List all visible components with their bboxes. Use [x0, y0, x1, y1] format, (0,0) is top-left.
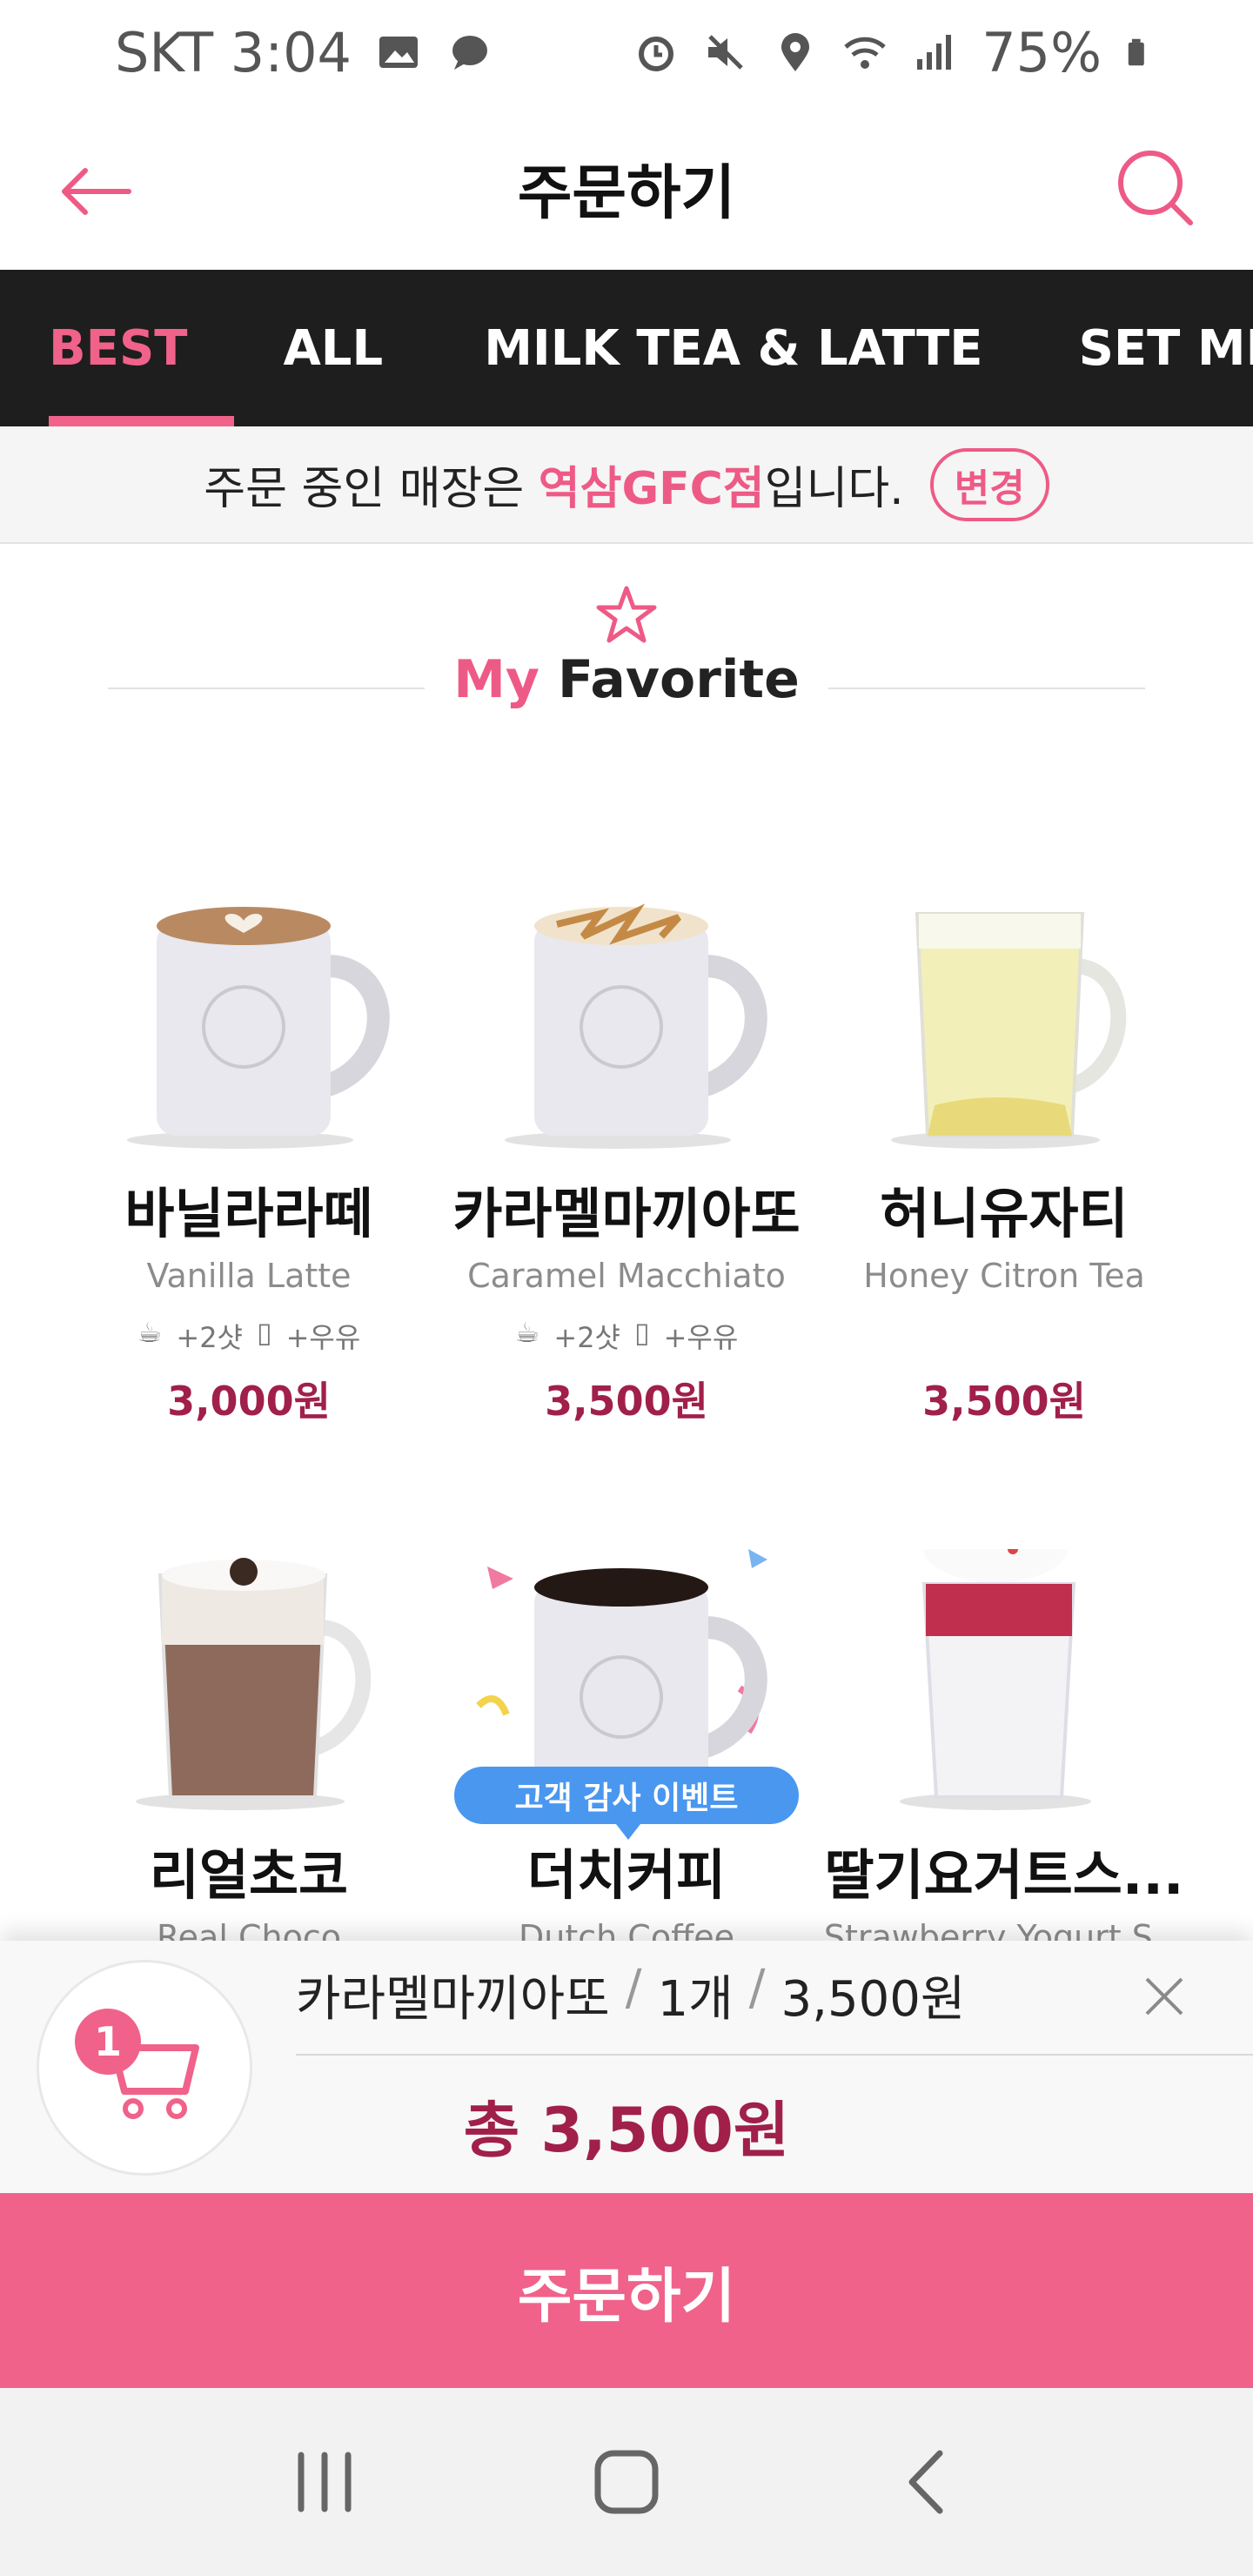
carrier-time: SKT 3:04 [115, 20, 352, 84]
honey-citron-tea-glass-image [891, 912, 1127, 1149]
cart-separator: / [748, 1960, 766, 2016]
product-options: ☕ +2샷 ▯ +우유 [66, 1316, 432, 1354]
strawberry-yogurt-glass-image [900, 1514, 1091, 1810]
product-options: ☕ +2샷 ▯ +우유 [444, 1316, 809, 1354]
gallery-icon [379, 37, 419, 68]
option-shot: +2샷 [553, 1321, 620, 1354]
system-nav-bar [0, 2388, 1253, 2576]
product-name-en: Vanilla Latte [146, 1257, 352, 1295]
back-icon[interactable] [889, 2443, 968, 2521]
milk-icon: ▯ [634, 1316, 650, 1349]
cart-divider [296, 2054, 1253, 2056]
milk-icon: ▯ [257, 1316, 272, 1349]
favorite-title-word: Favorite [557, 649, 800, 710]
caramel-macchiato-mug-image [505, 903, 767, 1149]
option-shot: +2샷 [176, 1321, 243, 1354]
alarm-icon [639, 37, 674, 71]
cart-separator: / [625, 1960, 642, 2016]
cart-item-price: 3,500원 [781, 1971, 966, 2028]
store-info-bar: 주문 중인 매장은 역삼GFC점 입니다. 변경 [0, 426, 1253, 544]
product-name-ko: 허니유자티 [880, 1182, 1129, 1245]
favorite-title: My Favorite [0, 649, 1253, 710]
star-icon[interactable] [593, 583, 660, 649]
chat-icon [452, 36, 488, 70]
store-suffix: 입니다. [764, 463, 904, 515]
battery-percent: 75% [982, 20, 1102, 84]
back-arrow-icon[interactable] [54, 148, 141, 235]
mute-icon [708, 35, 743, 70]
cup-icon: ☕ [137, 1316, 163, 1349]
product-name-ko: 카라멜마끼아또 [452, 1182, 801, 1245]
favorite-title-my: My [453, 649, 540, 710]
option-milk: +우유 [663, 1321, 739, 1354]
page-title: 주문하기 [517, 158, 736, 228]
location-icon [781, 33, 810, 71]
search-icon[interactable] [1112, 144, 1199, 231]
product-name-ko: 리얼초코 [149, 1843, 349, 1907]
product-card[interactable]: 카라멜마끼아또 Caramel Macchiato ☕ +2샷 ▯ +우유 3,50… [444, 888, 809, 1427]
tab-best[interactable]: BEST [49, 270, 236, 426]
cart-count-badge: 1 [75, 2009, 141, 2075]
order-button[interactable]: 주문하기 [0, 2193, 1253, 2388]
product-name-en: Honey Citron Tea [863, 1257, 1145, 1295]
product-name-en: Caramel Macchiato [467, 1257, 786, 1295]
product-card[interactable]: 허니유자티 Honey Citron Tea 3,500원 [821, 888, 1187, 1427]
category-tabs: BEST ALL MILK TEA & LATTE SET MENU [0, 270, 1253, 426]
cart-item-summary: 카라멜마끼아또 / 1개 / 3,500원 [296, 1960, 965, 2030]
battery-icon [1128, 38, 1144, 66]
favorite-section-header: My Favorite [0, 583, 1253, 722]
cart-total: 총 3,500원 [463, 2095, 790, 2166]
signal-icon [917, 35, 952, 70]
real-choco-glass-image [136, 1558, 372, 1810]
change-store-button[interactable]: 변경 [929, 447, 1049, 521]
wifi-icon [844, 37, 886, 69]
cart-summary-bar: 카라멜마끼아또 / 1개 / 3,500원 총 3,500원 [0, 1941, 1253, 2193]
cart-item-name: 카라멜마끼아또 [296, 1971, 610, 2028]
product-card[interactable]: 바닐라라떼 Vanilla Latte ☕ +2샷 ▯ +우유 3,000원 [66, 888, 432, 1427]
product-card[interactable]: 더치커피 Dutch Coffee [444, 1549, 809, 1956]
product-name-ko: 딸기요거트스... [824, 1843, 1184, 1907]
cup-icon: ☕ [514, 1316, 540, 1349]
cart-item-qty: 1개 [657, 1971, 734, 2028]
home-icon[interactable] [587, 2443, 666, 2521]
tab-milk-tea-latte[interactable]: MILK TEA & LATTE [484, 270, 982, 426]
tab-set-menu[interactable]: SET MENU [1079, 270, 1253, 426]
recent-apps-icon[interactable] [285, 2443, 364, 2521]
tab-all[interactable]: ALL [283, 270, 383, 426]
product-price: 3,000원 [167, 1378, 331, 1425]
event-badge: 고객 감사 이벤트 [454, 1767, 799, 1840]
product-card[interactable]: 딸기요거트스... Strawberry Yogurt S... [821, 1514, 1187, 1956]
product-options [821, 1316, 1187, 1351]
option-milk: +우유 [285, 1321, 361, 1354]
close-icon[interactable] [1140, 1972, 1189, 2021]
store-prefix: 주문 중인 매장은 [204, 463, 539, 515]
product-price: 3,500원 [922, 1378, 1086, 1425]
vanilla-latte-mug-image [127, 907, 390, 1149]
product-name-ko: 바닐라라떼 [124, 1182, 373, 1245]
product-price: 3,500원 [545, 1378, 708, 1425]
product-card[interactable]: 리얼초코 Real Choco [66, 1549, 432, 1956]
status-bar: SKT 3:04 75% [0, 0, 1253, 104]
app-header: 주문하기 [0, 104, 1253, 270]
product-name-ko: 더치커피 [526, 1843, 727, 1907]
store-name: 역삼GFC점 [538, 463, 765, 515]
